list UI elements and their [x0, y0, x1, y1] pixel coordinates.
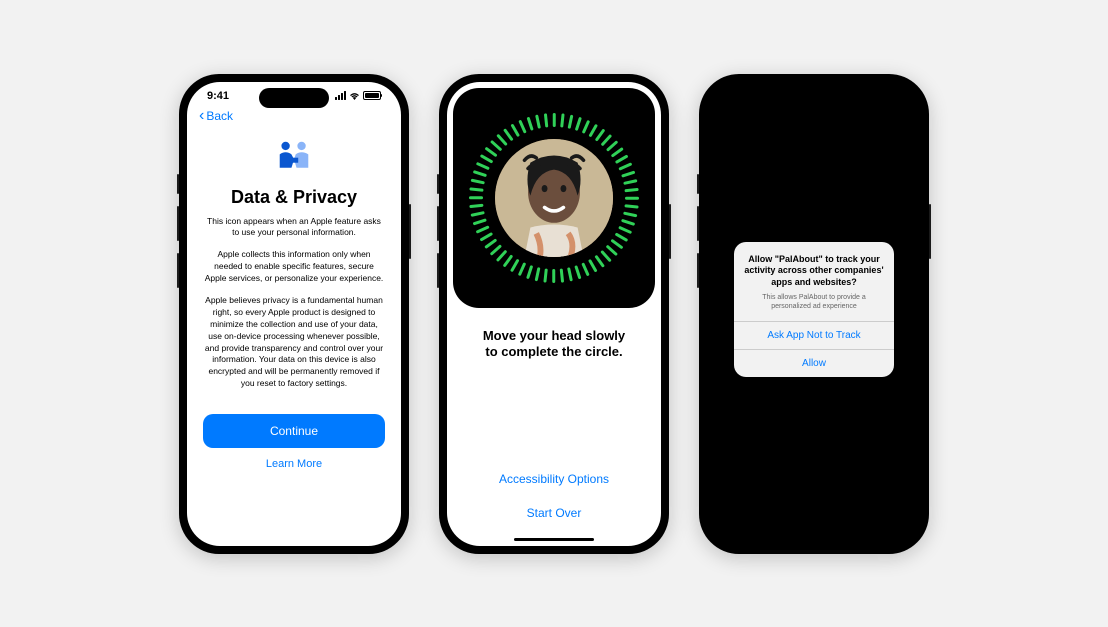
phone-tracking-permission: Allow "PalAbout" to track your activity … [699, 74, 929, 554]
privacy-para-3: Apple believes privacy is a fundamental … [203, 295, 385, 390]
start-over-link[interactable]: Start Over [447, 496, 661, 530]
dynamic-island [259, 88, 329, 108]
progress-ring [469, 113, 639, 283]
page-title: Data & Privacy [203, 187, 385, 208]
dialog-subtitle: This allows PalAbout to provide a person… [744, 293, 884, 311]
continue-button[interactable]: Continue [203, 414, 385, 448]
battery-icon [363, 91, 381, 100]
phone-data-privacy: 9:41 ‹ Back [179, 74, 409, 554]
back-button[interactable]: ‹ Back [199, 108, 389, 124]
privacy-para-2: Apple collects this information only whe… [203, 249, 385, 285]
face-preview [495, 139, 613, 257]
dynamic-island [519, 88, 589, 108]
allow-button[interactable]: Allow [734, 349, 894, 377]
tracking-permission-dialog: Allow "PalAbout" to track your activity … [734, 242, 894, 377]
accessibility-options-link[interactable]: Accessibility Options [447, 462, 661, 496]
wifi-icon [349, 92, 360, 100]
handshake-icon [273, 140, 315, 172]
home-indicator[interactable] [514, 538, 594, 541]
privacy-para-1: This icon appears when an Apple feature … [203, 216, 385, 240]
signal-icon [335, 91, 346, 100]
learn-more-link[interactable]: Learn More [203, 448, 385, 480]
dynamic-island [779, 88, 849, 108]
back-label: Back [206, 109, 233, 123]
ask-not-to-track-button[interactable]: Ask App Not to Track [734, 321, 894, 349]
dialog-title: Allow "PalAbout" to track your activity … [744, 254, 884, 289]
face-id-instruction: Move your head slowly to complete the ci… [447, 314, 661, 376]
phone-face-id: Move your head slowly to complete the ci… [439, 74, 669, 554]
face-id-scanner [453, 88, 655, 308]
status-time: 9:41 [207, 90, 229, 102]
chevron-left-icon: ‹ [199, 108, 204, 124]
